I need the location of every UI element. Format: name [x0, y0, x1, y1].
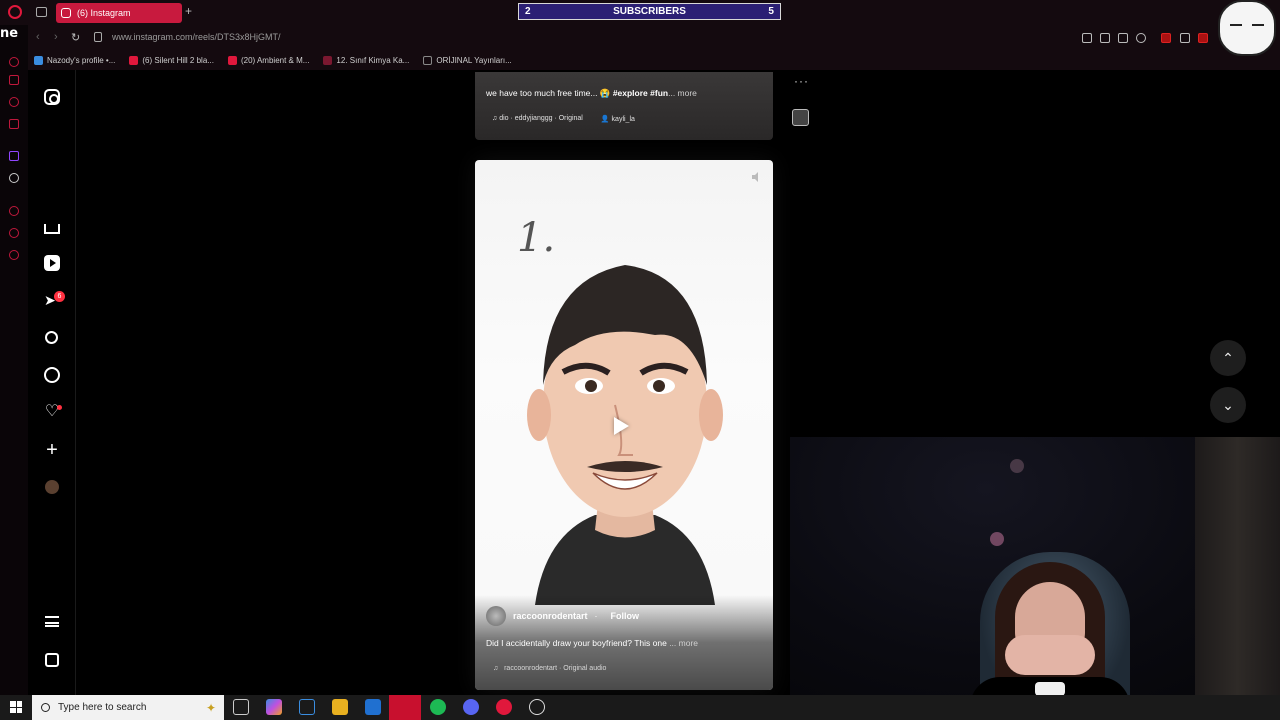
discord-icon[interactable] — [463, 699, 479, 715]
windows-start-icon[interactable] — [10, 701, 22, 713]
youtube-icon — [227, 55, 237, 65]
more-menu-icon[interactable] — [45, 616, 59, 627]
task-view-icon[interactable] — [233, 699, 249, 715]
profile-avatar[interactable] — [45, 480, 59, 494]
browser-logo-icon[interactable] — [8, 5, 22, 19]
bookmark-item[interactable]: Nazody's profile •... — [34, 55, 115, 65]
puzzle-icon[interactable] — [1180, 33, 1190, 43]
bookmark-item[interactable]: ORİJINAL Yayınları... — [423, 55, 512, 65]
webcam-decoration — [990, 532, 1004, 546]
sidebar-settings-icon[interactable] — [9, 250, 19, 260]
previous-reel-card[interactable]: we have too much free time... 😭 #explore… — [475, 72, 773, 140]
reel-more-link[interactable]: ... more — [669, 638, 698, 648]
explore-compass-icon[interactable] — [44, 367, 60, 383]
heart-ext-icon[interactable] — [1136, 33, 1146, 43]
instagram-favicon-icon — [61, 8, 71, 18]
document-icon — [423, 55, 433, 65]
sidebar-instagram-icon[interactable] — [9, 119, 19, 129]
store-icon[interactable] — [299, 699, 315, 715]
lock-icon — [94, 32, 102, 42]
follow-button[interactable]: Follow — [611, 611, 640, 621]
previous-reel-more-link[interactable]: ... more — [668, 88, 697, 98]
previous-reel-caption: we have too much free time... 😭 #explore… — [486, 88, 697, 98]
search-icon — [41, 703, 50, 712]
webcam-decoration — [1010, 459, 1024, 473]
extension-gift-icon[interactable] — [1198, 33, 1208, 43]
webcam-bow — [1035, 682, 1065, 695]
sidebar-clock-icon[interactable] — [9, 228, 19, 238]
subscriber-counter-overlay: 2 SUBSCRIBERS 5 — [518, 3, 781, 20]
bookmark-item[interactable]: 12. Sınıf Kimya Ka... — [323, 55, 409, 65]
spotify-icon[interactable] — [430, 699, 446, 715]
reload-icon[interactable]: ↻ — [71, 31, 80, 44]
search-highlight-icon: ✦ — [205, 700, 216, 715]
sidebar-messenger-icon[interactable] — [9, 75, 19, 85]
taskbar-search-input[interactable]: Type here to search ✦ — [32, 695, 224, 720]
bookmark-favicon-icon — [323, 55, 333, 65]
reels-icon[interactable] — [44, 255, 60, 271]
opera-icon[interactable] — [496, 699, 512, 715]
more-options-icon[interactable]: ··· — [794, 74, 809, 88]
subs-label: SUBSCRIBERS — [613, 6, 686, 17]
new-tab-plus-icon[interactable]: + — [185, 4, 199, 20]
bookmark-item[interactable]: (6) Silent Hill 2 bla... — [129, 55, 214, 65]
tab-instagram[interactable]: (6) Instagram — [56, 3, 182, 23]
obs-icon[interactable] — [529, 699, 545, 715]
verified-dot-icon: · — [594, 611, 598, 621]
snapshot-icon[interactable] — [1100, 33, 1110, 43]
bookmark-item[interactable]: (20) Ambient & M... — [227, 55, 309, 65]
home-icon[interactable] — [44, 224, 60, 234]
tab-title: (6) Instagram — [77, 8, 131, 18]
webcam-person-hands — [1005, 635, 1095, 675]
sidebar-speed-dial-icon[interactable] — [9, 57, 19, 67]
play-icon[interactable] — [614, 417, 629, 435]
previous-reel-audio[interactable]: ♫ dio · eddyjianggg · Original — [492, 115, 583, 123]
author-username[interactable]: raccoonrodentart — [513, 611, 588, 621]
sidebar-x-icon[interactable] — [9, 173, 19, 183]
author-avatar[interactable] — [486, 606, 506, 626]
subs-left-count: 2 — [525, 6, 531, 17]
forward-icon[interactable]: › — [54, 31, 58, 43]
outlook-icon[interactable] — [365, 699, 381, 715]
reel-author-row: raccoonrodentart · Follow — [486, 606, 639, 626]
previous-reel-tagged-user[interactable]: 👤 kayli_la — [601, 115, 635, 123]
streamer-mascot-avatar — [1218, 0, 1276, 56]
audio-thumbnail[interactable] — [792, 109, 809, 126]
back-icon[interactable]: ‹ — [36, 31, 40, 43]
url-field[interactable]: www.instagram.com/reels/DTS3x8HjGMT/ — [112, 32, 281, 42]
subs-right-count: 5 — [768, 6, 774, 17]
bookmark-favicon-icon — [34, 55, 43, 65]
youtube-icon — [129, 55, 139, 65]
webcam-curtain — [1195, 437, 1280, 695]
messages-count-badge: 6 — [54, 291, 65, 302]
sidebar-whatsapp-icon[interactable] — [9, 97, 19, 107]
sound-toggle-icon[interactable] — [751, 171, 763, 183]
next-reel-chevron-down-icon[interactable]: ⌄ — [1210, 387, 1246, 423]
reel-audio-link[interactable]: ♫ raccoonrodentart · Original audio — [493, 665, 606, 672]
bookmarks-bar: Nazody's profile •... (6) Silent Hill 2 … — [28, 50, 1280, 70]
sidebar-twitch-icon[interactable] — [9, 151, 19, 161]
tab-overview-icon[interactable] — [36, 7, 47, 17]
sidebar-history-icon[interactable] — [9, 206, 19, 216]
browser-wordmark-icon: ne — [0, 26, 19, 41]
previous-reel-hashtags[interactable]: #explore #fun — [613, 88, 668, 98]
screen: (6) Instagram + 2 SUBSCRIBERS 5 ‹ › ↻ ww… — [0, 0, 1280, 720]
shield-icon[interactable] — [1118, 33, 1128, 43]
create-plus-icon[interactable]: + — [44, 440, 60, 460]
threads-icon[interactable] — [45, 653, 59, 667]
notification-dot — [57, 405, 62, 410]
taskbar-active-app[interactable] — [389, 695, 421, 720]
instagram-logo-icon[interactable] — [44, 89, 60, 105]
search-icon[interactable] — [45, 331, 58, 344]
file-explorer-icon[interactable] — [332, 699, 348, 715]
pin-icon[interactable] — [1082, 33, 1092, 43]
previous-reel-meta: ♫ dio · eddyjianggg · Original 👤 kayli_l… — [492, 115, 635, 123]
reel-caption: Did I accidentally draw your boyfriend? … — [486, 638, 698, 648]
previous-reel-chevron-up-icon[interactable]: ⌃ — [1210, 340, 1246, 376]
reel-video[interactable]: 1. raccoonrodentart · Follow Did I accid… — [475, 160, 773, 690]
copilot-icon[interactable] — [266, 699, 282, 715]
webcam-overlay — [790, 437, 1280, 695]
extension-red-icon[interactable] — [1161, 33, 1171, 43]
